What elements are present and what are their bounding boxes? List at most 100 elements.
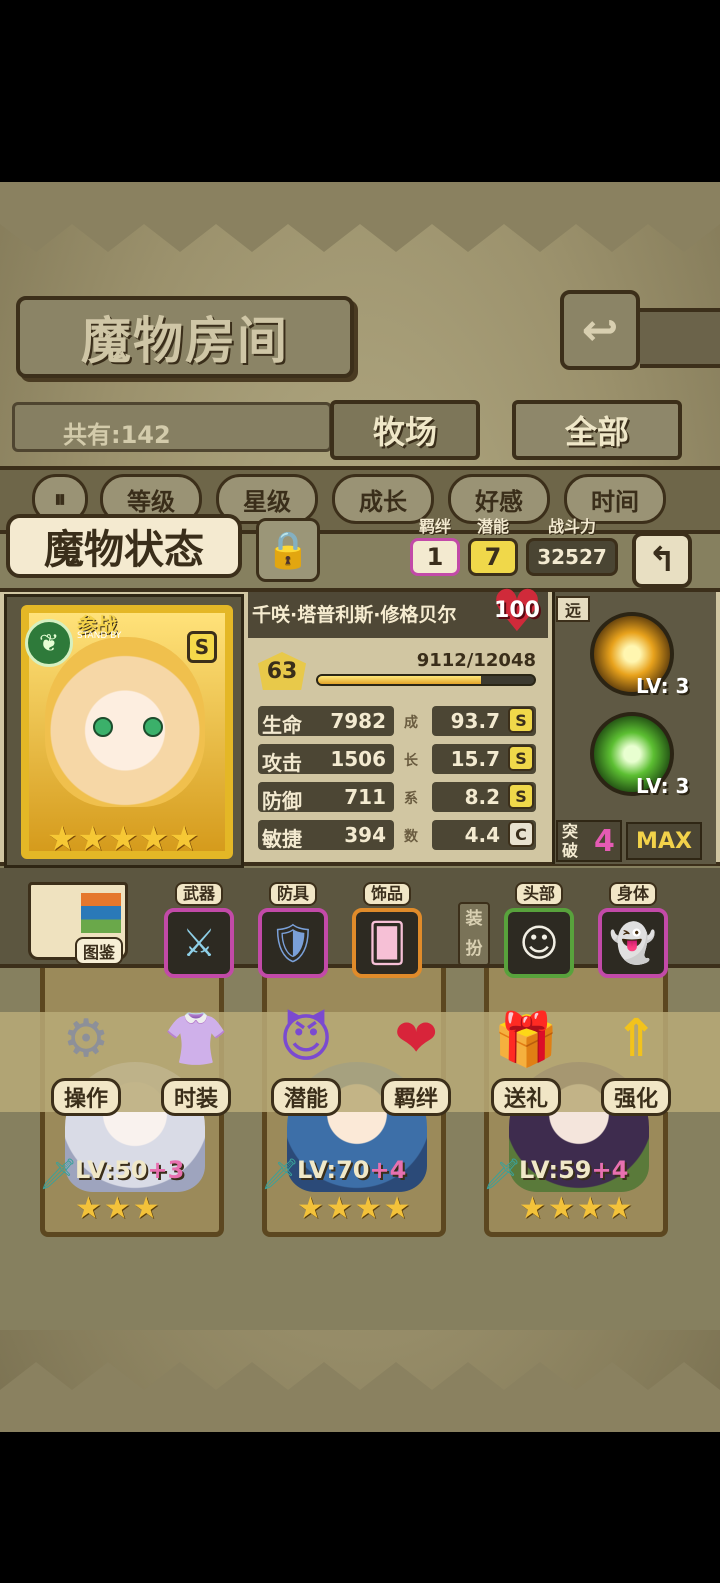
gear-icon: ⚙ — [62, 1009, 110, 1069]
rank-badge: S — [187, 631, 217, 663]
appearance-label: 装扮 — [458, 902, 490, 966]
monster-level-value: LV:59 — [519, 1156, 592, 1184]
growth-value: 4.4 — [464, 823, 500, 847]
lock-icon: 🔒 — [265, 530, 311, 571]
monster-plus: +4 — [591, 1156, 629, 1184]
growth-grade: S — [508, 745, 534, 771]
accessory-slot[interactable]: 饰品 🂠 — [348, 882, 426, 978]
growth-value: 8.2 — [464, 785, 500, 809]
monster-level-value: LV:50 — [75, 1156, 148, 1184]
monster-plus: +4 — [369, 1156, 407, 1184]
bond-badge: 羁绊 1 — [410, 518, 460, 580]
monster-level: LV:59+4 — [519, 1156, 628, 1184]
room-title-banner: 魔物房间 — [16, 296, 354, 378]
gift-button[interactable]: 🎁 送礼 — [478, 1002, 574, 1117]
affection-value: 100 — [494, 598, 540, 623]
body-slot[interactable]: 身体 👻 — [594, 882, 672, 978]
monster-count: 共有:142 — [63, 421, 171, 449]
stat-name: 攻击 — [262, 751, 302, 775]
potential-label: 潜能 — [270, 1078, 341, 1116]
growth-value: 15.7 — [450, 747, 500, 771]
fashion-button[interactable]: 👚 时装 — [148, 1002, 244, 1117]
encyclopedia-button[interactable]: 图鉴 — [28, 882, 128, 965]
room-back-button[interactable]: ↩ — [560, 290, 640, 370]
tab-all[interactable]: 全部 — [512, 400, 682, 460]
armor-icon: 🛡 — [258, 908, 328, 978]
back-arrow-icon: ↰ — [647, 540, 677, 580]
bond-badge-label: 羁绊 — [418, 517, 451, 536]
head-slot[interactable]: 头部 ☺ — [500, 882, 578, 978]
head-slot-label: 头部 — [514, 882, 563, 906]
breakthrough-panel: 突破 4 — [556, 820, 622, 862]
status-title: 魔物状态 — [44, 526, 204, 573]
breakthrough-value: 4 — [594, 824, 615, 859]
growth-grade: C — [508, 821, 534, 847]
growth-label-char: 系 — [404, 791, 418, 807]
exp-bar — [316, 674, 536, 686]
outfit-icon: 👚 — [163, 1009, 229, 1070]
armor-slot-label: 防具 — [268, 882, 317, 906]
weapon-slot-label: 武器 — [174, 882, 223, 906]
accessory-slot-label: 饰品 — [362, 882, 411, 906]
monster-name: 千咲·塔普利斯·修格贝尔 — [252, 604, 457, 626]
standby-sub-label: STAND BY — [77, 631, 122, 641]
monster-level: LV:50+3 — [75, 1156, 184, 1184]
status-back-button[interactable]: ↰ — [632, 532, 692, 588]
power-label: 战斗力 — [547, 517, 596, 536]
lock-button[interactable]: 🔒 — [256, 518, 320, 582]
skill-arrow-rain[interactable]: LV: 3 — [590, 612, 689, 698]
armor-slot[interactable]: 防具 🛡 — [254, 882, 332, 978]
weapon-slot[interactable]: 武器 ⚔ — [160, 882, 238, 978]
leaf-element-icon: ❦ — [25, 619, 73, 667]
range-tag: 远 — [556, 596, 590, 622]
game-screen: 魔物房间 ↩ 共有:142 牧场 全部 ⏸ 等级 星级 成长 好感 时间 🗡 L… — [0, 182, 720, 1432]
top-bar-extension — [640, 308, 720, 368]
card-icon: 🂠 — [352, 908, 422, 978]
exp-text: 9112/12048 — [416, 650, 536, 671]
enhance-button[interactable]: ⇑ 强化 — [588, 1002, 684, 1117]
stat-value: 711 — [344, 785, 386, 809]
monster-level: LV:70+4 — [297, 1156, 406, 1184]
skill-level: LV: 3 — [636, 674, 690, 698]
power-value: 32527 — [526, 538, 618, 576]
hearts-icon: ❤ — [394, 1009, 438, 1069]
character-art — [45, 637, 205, 807]
max-button[interactable]: MAX — [626, 822, 702, 860]
sword-icon: ⚔ — [164, 908, 234, 978]
monster-count-bar: 共有:142 — [12, 402, 332, 452]
breakthrough-label: 突破 — [562, 822, 579, 860]
stat-value: 394 — [344, 823, 386, 847]
monster-portrait-card[interactable]: ❦ 参战 STAND BY S ★★★★★ — [4, 594, 244, 868]
demon-icon: 😈 — [278, 1009, 334, 1069]
skill-green-strike[interactable]: LV: 3 — [590, 712, 689, 798]
operate-button[interactable]: ⚙ 操作 — [38, 1002, 134, 1117]
gift-icon: 🎁 — [493, 1009, 559, 1070]
growth-label-char: 数 — [404, 829, 418, 845]
affection-heart-icon: ♥ 100 — [488, 582, 546, 640]
weapon-icon: 🗡 — [483, 1157, 522, 1192]
enhance-label: 强化 — [600, 1078, 671, 1116]
star-rating: ★★★★ — [297, 1191, 413, 1226]
monster-plus: +3 — [147, 1156, 185, 1184]
up-arrows-icon: ⇑ — [614, 1009, 658, 1069]
eye-left — [93, 717, 113, 737]
growth-label-char: 成 — [404, 715, 418, 731]
head-icon: ☺ — [504, 908, 574, 978]
tab-pasture[interactable]: 牧场 — [330, 400, 480, 460]
stat-name: 防御 — [262, 789, 302, 813]
stat-value: 7982 — [330, 709, 386, 733]
stat-name: 生命 — [262, 713, 302, 737]
back-arrow-icon: ↩ — [581, 304, 619, 356]
growth-value: 93.7 — [450, 709, 500, 733]
body-slot-label: 身体 — [608, 882, 657, 906]
stat-name: 敏捷 — [262, 827, 302, 851]
eye-right — [143, 717, 163, 737]
top-zigzag-border — [0, 182, 720, 252]
potential-button[interactable]: 😈 潜能 — [258, 1002, 354, 1117]
stat-value: 1506 — [330, 747, 386, 771]
book-icon — [81, 893, 121, 933]
gift-label: 送礼 — [490, 1078, 561, 1116]
weapon-icon: 🗡 — [39, 1157, 78, 1192]
bond-button[interactable]: ❤ 羁绊 — [368, 1002, 464, 1117]
fashion-label: 时装 — [160, 1078, 231, 1116]
